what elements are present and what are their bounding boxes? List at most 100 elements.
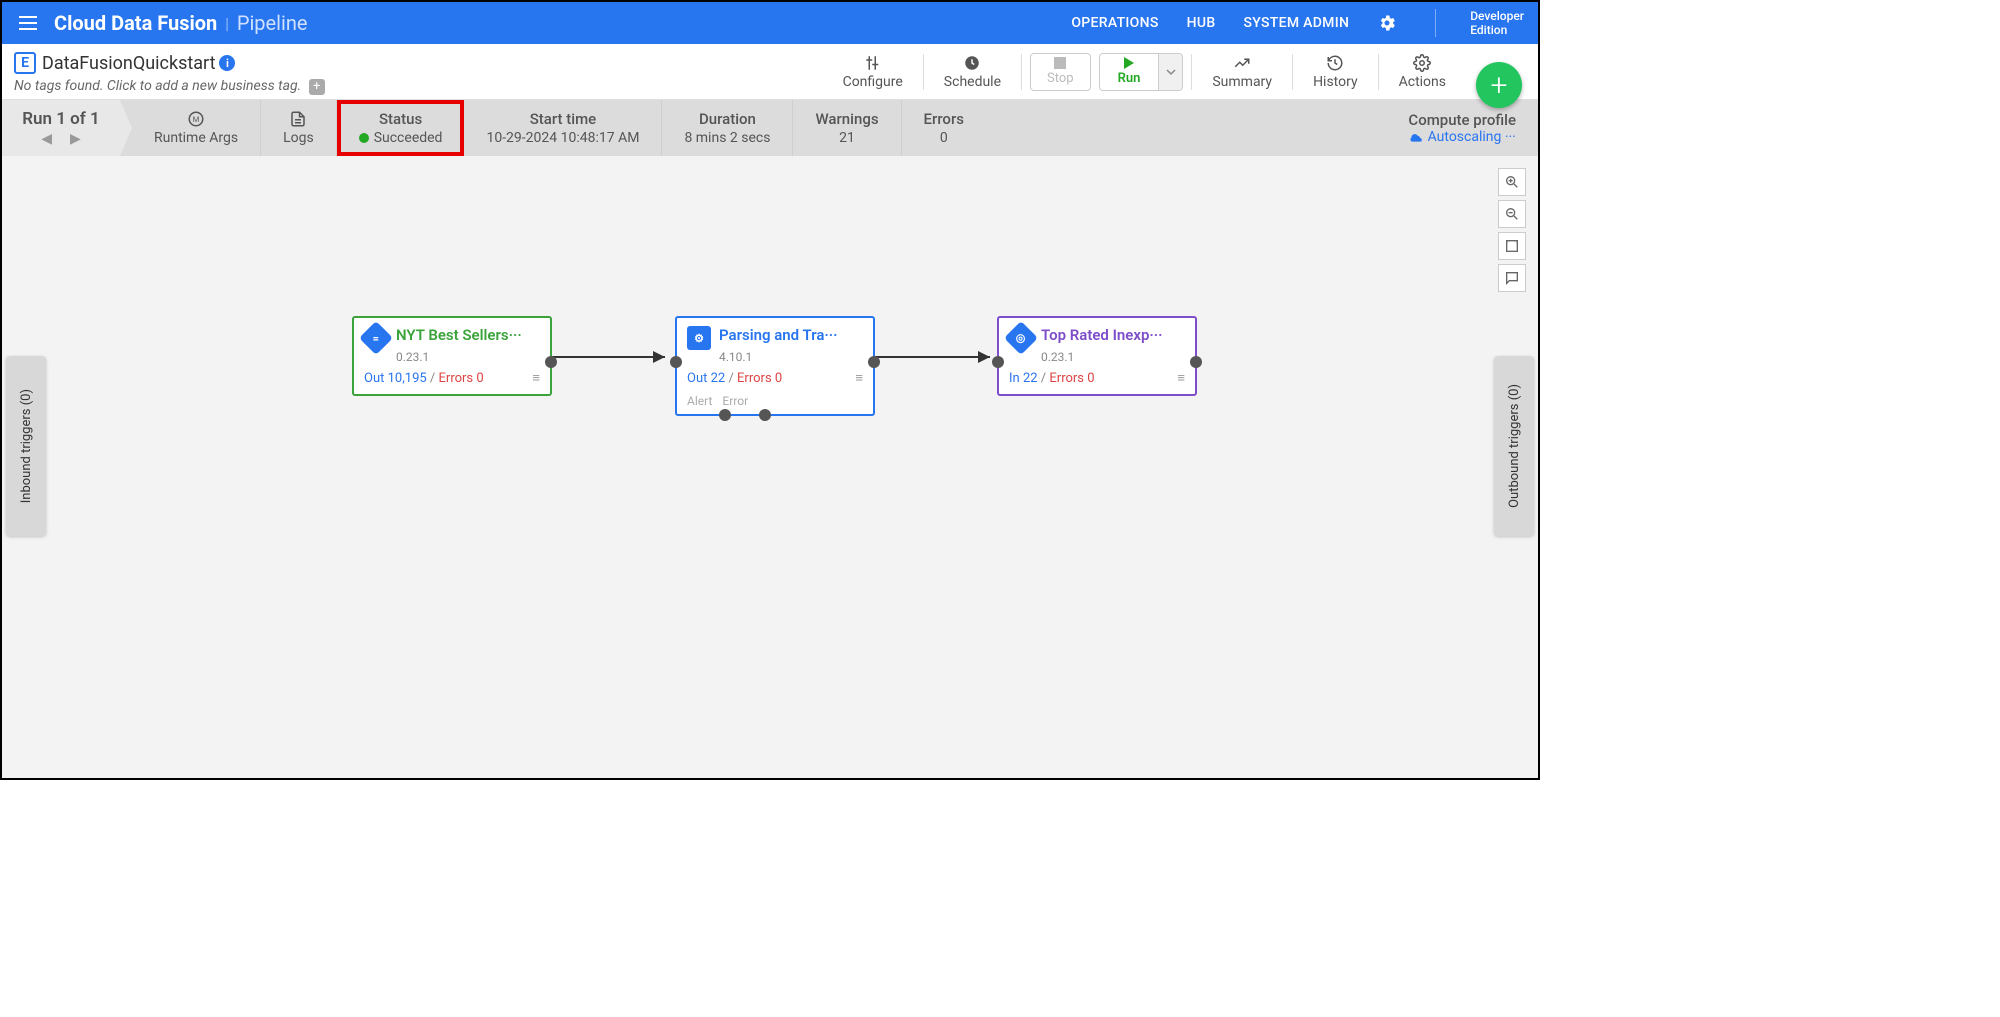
status-block: Status Succeeded [337, 100, 465, 156]
warnings-block: Warnings 21 [793, 100, 901, 156]
tags-line[interactable]: No tags found. Click to add a new busine… [14, 78, 325, 95]
port-alert[interactable] [719, 409, 731, 421]
run-count-label: Run 1 of 1 [22, 109, 100, 129]
warnings-value: 21 [839, 130, 855, 146]
node-menu-icon[interactable]: ≡ [1177, 370, 1185, 386]
warnings-label: Warnings [815, 110, 878, 128]
add-tag-icon[interactable]: + [309, 79, 325, 95]
node-title: NYT Best Sellers··· [396, 326, 522, 344]
duration-value: 8 mins 2 secs [684, 130, 770, 146]
node-version: 0.23.1 [354, 350, 550, 364]
canvas[interactable]: Inbound triggers (0) Outbound triggers (… [2, 156, 1538, 778]
node-alert-label: Alert [687, 394, 712, 408]
page-name[interactable]: Pipeline [237, 11, 308, 35]
port-out[interactable] [868, 356, 880, 368]
edition-line2: Edition [1470, 23, 1524, 37]
node-in: In 22 [1009, 371, 1038, 386]
add-fab[interactable]: + [1476, 62, 1522, 108]
stop-button: Stop [1030, 53, 1091, 91]
duration-label: Duration [699, 110, 756, 128]
actions-button[interactable]: Actions [1379, 44, 1466, 100]
port-error[interactable] [759, 409, 771, 421]
run-info-bar: Run 1 of 1 ◀ ▶ M Runtime Args Logs Statu… [2, 100, 1538, 156]
logs-label: Logs [283, 130, 314, 146]
node-out: Out 22 [687, 371, 725, 386]
history-label: History [1313, 74, 1358, 90]
zoom-controls [1498, 168, 1526, 292]
comment-icon[interactable] [1498, 264, 1526, 292]
node-menu-icon[interactable]: ≡ [855, 370, 863, 386]
node-version: 4.10.1 [677, 350, 873, 364]
stop-label: Stop [1047, 71, 1074, 86]
start-time-label: Start time [530, 110, 596, 128]
node-errors: Errors 0 [439, 371, 484, 386]
run-next-icon[interactable]: ▶ [70, 131, 81, 147]
run-caret[interactable] [1158, 54, 1182, 90]
history-button[interactable]: History [1293, 44, 1378, 100]
info-icon[interactable]: i [219, 55, 235, 71]
errors-label: Errors [924, 110, 964, 128]
node-error-label: Error [722, 394, 748, 408]
nav-divider [1435, 9, 1436, 37]
play-icon [1124, 57, 1134, 69]
nav-sysadmin[interactable]: SYSTEM ADMIN [1243, 15, 1349, 31]
node-menu-icon[interactable]: ≡ [532, 370, 540, 386]
run-count-block: Run 1 of 1 ◀ ▶ [2, 100, 120, 156]
node-errors: Errors 0 [1049, 371, 1094, 386]
cloud-icon [1409, 132, 1423, 142]
compute-profile-block[interactable]: Compute profile Autoscaling ··· [1386, 100, 1538, 156]
start-time-block: Start time 10-29-2024 10:48:17 AM [464, 100, 662, 156]
status-label: Status [379, 110, 422, 128]
schedule-button[interactable]: Schedule [924, 44, 1021, 100]
inbound-triggers-label: Inbound triggers (0) [19, 389, 34, 503]
status-value: Succeeded [374, 130, 443, 146]
schedule-label: Schedule [944, 74, 1001, 90]
runtime-args-button[interactable]: M Runtime Args [120, 100, 261, 156]
inbound-triggers-tab[interactable]: Inbound triggers (0) [6, 356, 46, 536]
runtime-args-label: Runtime Args [154, 130, 238, 146]
pipeline-name[interactable]: DataFusionQuickstart [42, 53, 215, 74]
sub-header: E DataFusionQuickstart i No tags found. … [2, 44, 1538, 100]
actions-label: Actions [1399, 74, 1446, 90]
port-in[interactable] [670, 356, 682, 368]
pipeline-node-transform[interactable]: ⚙ Parsing and Tra··· 4.10.1 Out 22 / Err… [675, 316, 875, 416]
zoom-out-icon[interactable] [1498, 200, 1526, 228]
compute-value: Autoscaling ··· [1428, 129, 1516, 145]
edition-line1: Developer [1470, 9, 1524, 23]
hamburger-icon[interactable] [16, 11, 40, 35]
nav-operations[interactable]: OPERATIONS [1071, 15, 1158, 31]
edition-label[interactable]: Developer Edition [1470, 9, 1524, 38]
zoom-in-icon[interactable] [1498, 168, 1526, 196]
outbound-triggers-tab[interactable]: Outbound triggers (0) [1494, 356, 1534, 536]
compute-label: Compute profile [1408, 111, 1516, 129]
node-title: Parsing and Tra··· [719, 326, 838, 344]
node-transform-icon: ⚙ [687, 326, 711, 350]
gear-icon[interactable] [1377, 13, 1397, 33]
port-out[interactable] [1190, 356, 1202, 368]
run-label: Run [1118, 71, 1141, 86]
summary-button[interactable]: Summary [1192, 44, 1292, 100]
run-prev-icon[interactable]: ◀ [41, 131, 52, 147]
logs-button[interactable]: Logs [261, 100, 337, 156]
stop-icon [1054, 57, 1066, 69]
pipeline-node-sink[interactable]: ◎ Top Rated Inexp··· 0.23.1 In 22 / Erro… [997, 316, 1197, 396]
fit-screen-icon[interactable] [1498, 232, 1526, 260]
node-version: 0.23.1 [999, 350, 1195, 364]
app-icon: E [14, 52, 36, 74]
status-dot-icon [359, 133, 369, 143]
configure-label: Configure [843, 74, 903, 90]
outbound-triggers-label: Outbound triggers (0) [1507, 384, 1522, 508]
nav-hub[interactable]: HUB [1187, 15, 1216, 31]
brand-separator: | [225, 14, 229, 33]
node-out: Out 10,195 [364, 371, 427, 386]
port-in[interactable] [992, 356, 1004, 368]
brand-name[interactable]: Cloud Data Fusion [54, 11, 217, 35]
port-out[interactable] [545, 356, 557, 368]
configure-button[interactable]: Configure [823, 44, 923, 100]
pipeline-node-source[interactable]: = NYT Best Sellers··· 0.23.1 Out 10,195 … [352, 316, 552, 396]
errors-block: Errors 0 [902, 100, 986, 156]
duration-block: Duration 8 mins 2 secs [662, 100, 793, 156]
top-nav: Cloud Data Fusion | Pipeline OPERATIONS … [2, 2, 1538, 44]
run-button[interactable]: Run [1100, 54, 1159, 90]
svg-text:M: M [193, 115, 200, 124]
